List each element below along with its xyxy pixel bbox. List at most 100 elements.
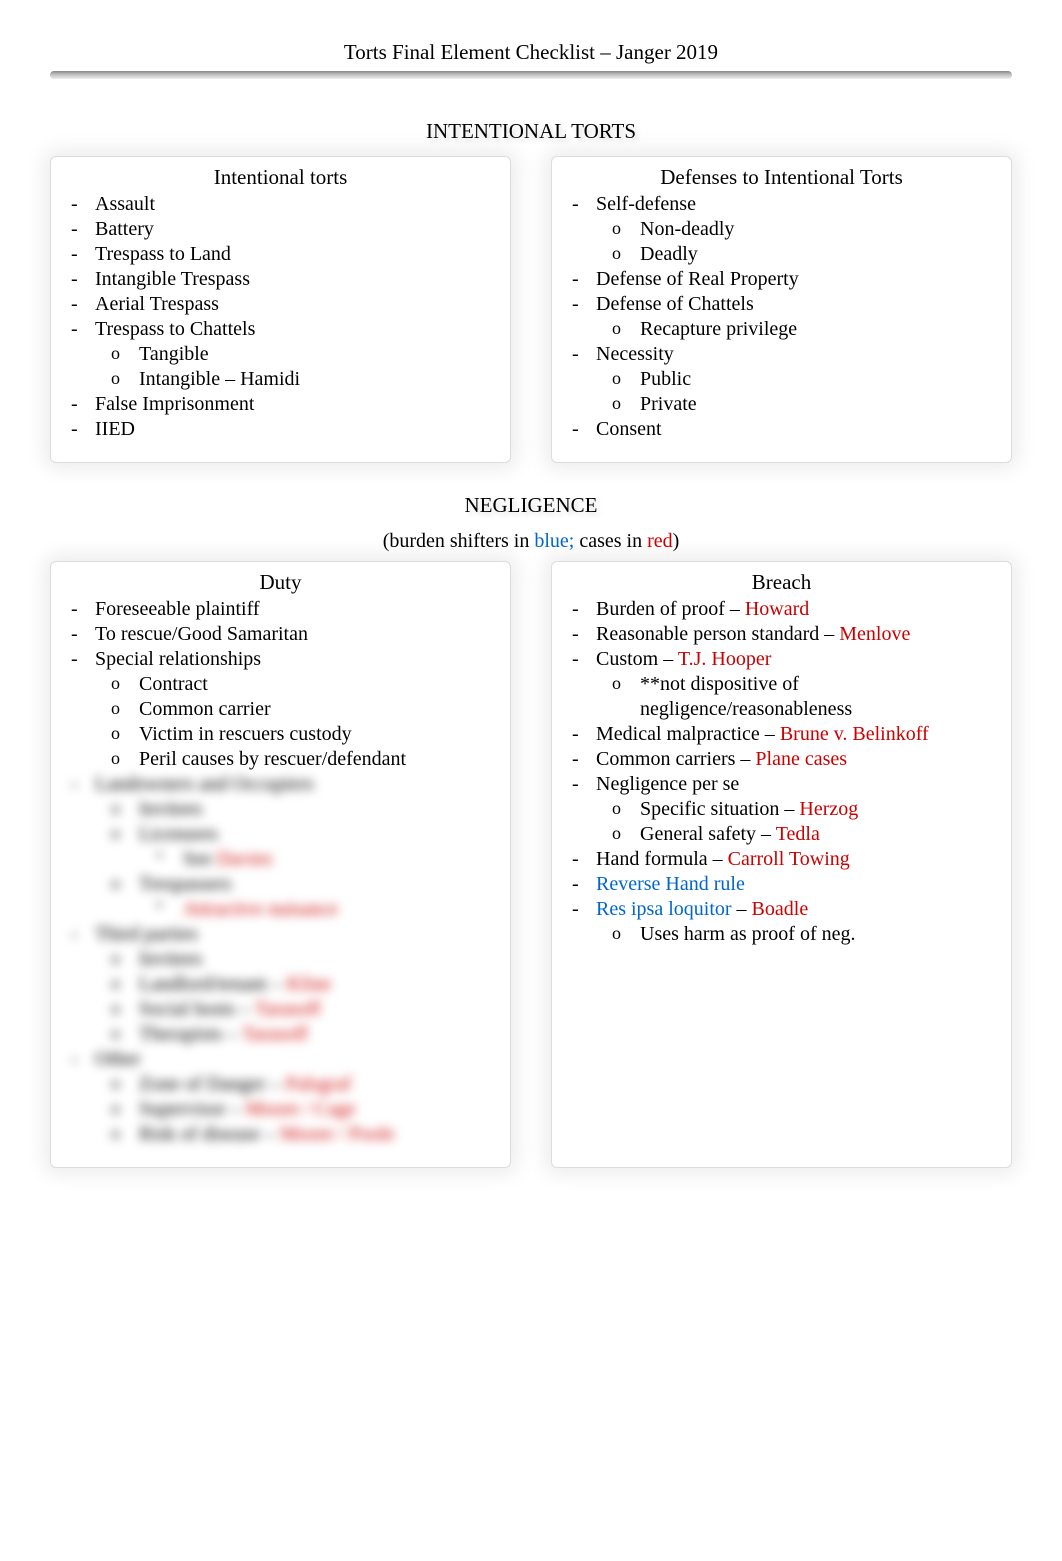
list-item: Peril causes by rescuer/defendant xyxy=(133,747,496,772)
list-item: Third partiesInviteesLandlord/tenant – K… xyxy=(89,922,496,1047)
sublist: See Davies xyxy=(139,847,496,872)
item-red: Tarasoff xyxy=(255,998,321,1020)
page-title: Torts Final Element Checklist – Janger 2… xyxy=(50,40,1012,65)
list-item: TrespassersAttractive nuisance xyxy=(133,872,496,922)
item-text: Zone of Danger – xyxy=(139,1073,286,1095)
item-text: Trespass to Chattels xyxy=(95,318,255,340)
item-text: Self-defense xyxy=(596,193,696,215)
item-text: Foreseeable plaintiff xyxy=(95,598,260,620)
caption-text: ) xyxy=(673,530,680,552)
item-text: Reasonable person standard – xyxy=(596,623,839,645)
row-negligence: Duty Foreseeable plaintiff To rescue/Good… xyxy=(50,561,1012,1168)
list-item: Battery xyxy=(89,217,496,242)
list-item: NecessityPublicPrivate xyxy=(590,342,997,417)
list-item: Negligence per seSpecific situation – He… xyxy=(590,772,997,847)
item-red: Tarasoff xyxy=(242,1023,308,1045)
item-red: Menlove xyxy=(839,623,910,645)
panel-title: Duty xyxy=(65,570,496,595)
item-text: Social hosts – xyxy=(139,998,255,1020)
row-intentional: Intentional torts AssaultBatteryTrespass… xyxy=(50,156,1012,463)
item-text: Victim in rescuers custody xyxy=(139,723,352,745)
caption-text: (burden shifters in xyxy=(383,530,535,552)
sublist: ContractCommon carrier Victim in rescuers… xyxy=(95,672,496,772)
list-item: Contract xyxy=(133,672,496,697)
item-text: Licensees xyxy=(139,823,218,845)
item-text: Invitees xyxy=(139,948,202,970)
sublist: Specific situation – HerzogGeneral safet… xyxy=(596,797,997,847)
list-item: Common carriers – Plane cases xyxy=(590,747,997,772)
list-item: Res ipsa loquitor – BoadleUses harm as p… xyxy=(590,897,997,947)
item-text: Common carriers – xyxy=(596,748,755,770)
item-red: Herzog xyxy=(799,798,858,820)
item-text: Medical malpractice – xyxy=(596,723,780,745)
list-item: Consent xyxy=(590,417,997,442)
list-item: Uses harm as proof of neg. xyxy=(634,922,997,947)
item-text: Peril causes by rescuer/defendant xyxy=(139,748,406,770)
item-text: Therapists – xyxy=(139,1023,242,1045)
item-text: Defense of Real Property xyxy=(596,268,799,290)
list-item: Non-deadly xyxy=(634,217,997,242)
item-text: Necessity xyxy=(596,343,674,365)
item-text: Tangible xyxy=(139,343,209,365)
list-item: Intangible Trespass xyxy=(89,267,496,292)
item-text: Common carrier xyxy=(139,698,271,720)
item-text: Private xyxy=(640,393,697,415)
list-item: Reasonable person standard – Menlove xyxy=(590,622,997,647)
list-item: Risk of disease – Moore / Poole xyxy=(133,1122,496,1147)
list-item: Deadly xyxy=(634,242,997,267)
list-item: False Imprisonment xyxy=(89,392,496,417)
item-text: Risk of disease – xyxy=(139,1123,280,1145)
list-item: Hand formula – Carroll Towing xyxy=(590,847,997,872)
item-red: Attractive nuisance xyxy=(183,898,338,920)
item-text: Specific situation – xyxy=(640,798,799,820)
divider xyxy=(50,71,1012,79)
item-text: To rescue/Good Samaritan xyxy=(95,623,308,645)
list-item: LicenseesSee Davies xyxy=(133,822,496,872)
list-item: Landlord/tenant – Kline xyxy=(133,972,496,997)
panel-title: Breach xyxy=(566,570,997,595)
item-text: Negligence per se xyxy=(596,773,739,795)
item-text: **not dispositive of negligence/reasonab… xyxy=(640,673,852,720)
list-item: Invitees xyxy=(133,797,496,822)
item-red: Carroll Towing xyxy=(728,848,850,870)
item-red: Howard xyxy=(745,598,809,620)
panel-intentional-torts: Intentional torts AssaultBatteryTrespass… xyxy=(50,156,511,463)
item-text: Custom – xyxy=(596,648,678,670)
list-item: General safety – Tedla xyxy=(634,822,997,847)
item-red: Moore / Poole xyxy=(280,1123,394,1145)
item-text: Other xyxy=(95,1048,141,1070)
list-item: Victim in rescuers custody xyxy=(133,722,496,747)
item-text: IIED xyxy=(95,418,135,440)
list-item: Aerial Trespass xyxy=(89,292,496,317)
list-duty-blurred: Landowners and OccupiersInviteesLicensee… xyxy=(65,772,496,1147)
panel-duty: Duty Foreseeable plaintiff To rescue/Good… xyxy=(50,561,511,1168)
list-intentional-torts: AssaultBatteryTrespass to LandIntangible… xyxy=(65,192,496,442)
sublist: Zone of Danger – PalsgrafSupervisor – Mo… xyxy=(95,1072,496,1147)
caption-text: cases in xyxy=(574,530,647,552)
sublist: InviteesLandlord/tenant – KlineSocial ho… xyxy=(95,947,496,1047)
item-text: – xyxy=(732,898,752,920)
item-text: Assault xyxy=(95,193,155,215)
list-item: Custom – T.J. Hooper **not dispositive of… xyxy=(590,647,997,722)
list-item: To rescue/Good Samaritan xyxy=(89,622,496,647)
list-item: Defense of ChattelsRecapture privilege xyxy=(590,292,997,342)
sublist: Recapture privilege xyxy=(596,317,997,342)
caption-red: red xyxy=(647,530,673,552)
list-defenses-intentional: Self-defense Non-deadlyDeadlyDefense of R… xyxy=(566,192,997,442)
item-text: Landlord/tenant – xyxy=(139,973,287,995)
list-item: Specific situation – Herzog xyxy=(634,797,997,822)
item-text: General safety – xyxy=(640,823,776,845)
item-red: Davies xyxy=(217,848,273,870)
panel-breach: Breach Burden of proof – HowardReasonabl… xyxy=(551,561,1012,1168)
item-red: T.J. Hooper xyxy=(678,648,772,670)
sublist: Uses harm as proof of neg. xyxy=(596,922,997,947)
caption-blue: blue; xyxy=(534,530,574,552)
list-item: See Davies xyxy=(177,847,496,872)
section-heading-negligence: NEGLIGENCE xyxy=(50,493,1012,518)
item-blue: Res ipsa loquitor xyxy=(596,898,732,920)
list-item: **not dispositive of negligence/reasonab… xyxy=(634,672,997,722)
item-text: Non-deadly xyxy=(640,218,734,240)
list-item: Assault xyxy=(89,192,496,217)
list-item: Medical malpractice – Brune v. Belinkoff xyxy=(590,722,997,747)
item-text: Landowners and Occupiers xyxy=(95,773,314,795)
